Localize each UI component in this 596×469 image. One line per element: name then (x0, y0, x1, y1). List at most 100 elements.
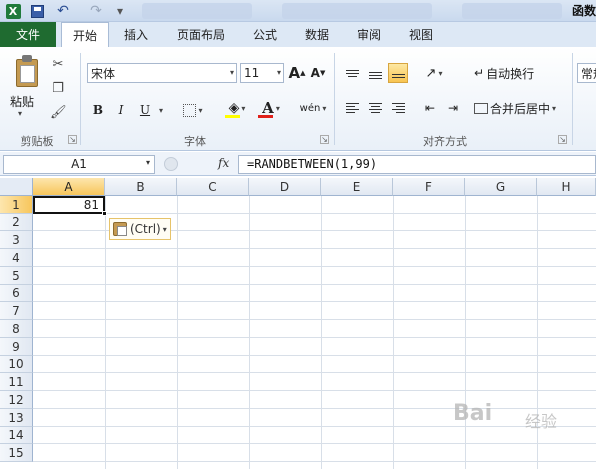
row-header[interactable]: 6 (0, 285, 33, 302)
column-header-f[interactable]: F (393, 178, 465, 196)
row-header[interactable]: 12 (0, 391, 33, 409)
copy-icon[interactable]: ❐ (50, 81, 66, 97)
font-color-swatch (258, 115, 273, 118)
clipboard-icon (113, 222, 127, 236)
gridline (33, 266, 596, 267)
paste-button[interactable] (10, 53, 42, 87)
tab-view[interactable]: 视图 (400, 22, 442, 47)
align-right-button[interactable] (388, 98, 408, 118)
top-align-icon (345, 69, 359, 77)
row-header[interactable]: 2 (0, 214, 33, 231)
row-header[interactable]: 14 (0, 427, 33, 444)
tab-home[interactable]: 开始 (61, 22, 109, 48)
align-center-button[interactable] (365, 98, 385, 118)
gridline (249, 196, 250, 469)
underline-dropdown-icon[interactable]: ▾ (155, 100, 165, 120)
row-header[interactable]: 7 (0, 302, 33, 320)
gridline (33, 301, 596, 302)
grow-font-button[interactable]: A ▲ (289, 63, 306, 83)
row-header[interactable]: 13 (0, 409, 33, 427)
alignment-group-label: 对齐方式 (423, 135, 467, 148)
middle-align-button[interactable] (365, 65, 385, 85)
middle-align-icon (368, 71, 382, 79)
worksheet-grid[interactable]: A B C D E F G H 1 2 3 4 5 6 7 8 9 10 11 … (0, 178, 596, 469)
row-header[interactable]: 10 (0, 356, 33, 373)
title-bar: X ↶ ↷ ▾ 函数 (0, 0, 596, 22)
tab-data[interactable]: 数据 (296, 22, 338, 47)
gridline (33, 284, 596, 285)
chevron-down-icon: ▾ (229, 68, 234, 77)
excel-app-icon[interactable]: X (4, 2, 22, 20)
wrap-text-icon: ↵ (474, 66, 485, 80)
save-icon[interactable] (28, 2, 46, 20)
font-launcher-icon[interactable]: ↘ (320, 135, 329, 144)
wrap-text-button[interactable]: ↵ 自动换行 (474, 63, 544, 83)
merge-center-button[interactable]: 合并后居中 ▾ (474, 98, 568, 118)
orientation-button[interactable]: ↗ ▾ (420, 63, 448, 83)
row-header[interactable]: 5 (0, 267, 33, 285)
font-name-select[interactable]: 宋体 ▾ (87, 63, 237, 83)
fill-handle[interactable] (102, 211, 107, 216)
window-title: 函数 (571, 4, 596, 18)
column-header-c[interactable]: C (177, 178, 249, 196)
clipboard-group-label: 剪贴板 (20, 135, 54, 148)
chevron-down-icon[interactable]: ▾ (146, 158, 150, 167)
row-header[interactable]: 9 (0, 338, 33, 356)
column-header-a[interactable]: A (33, 178, 105, 196)
paste-label[interactable]: 粘贴 (10, 93, 34, 110)
gridline (105, 196, 106, 469)
font-size-value: 11 (244, 66, 260, 80)
shrink-font-button[interactable]: A ▼ (310, 63, 326, 83)
format-painter-icon[interactable]: 🖌 (50, 105, 67, 121)
tab-page-layout[interactable]: 页面布局 (168, 22, 234, 47)
top-align-button[interactable] (342, 63, 362, 83)
insert-function-button[interactable]: fx (218, 156, 229, 170)
italic-button[interactable]: I (112, 100, 130, 120)
cut-icon[interactable]: ✂ (50, 57, 66, 73)
clipboard-launcher-icon[interactable]: ↘ (68, 135, 77, 144)
formula-bar-resize-handle[interactable] (164, 157, 178, 171)
alignment-launcher-icon[interactable]: ↘ (558, 135, 567, 144)
increase-indent-button[interactable]: ⇥ (443, 98, 463, 118)
undo-button[interactable]: ↶ (48, 2, 78, 20)
paste-dropdown-icon[interactable]: ▾ (18, 109, 22, 118)
underline-button[interactable]: U (136, 100, 154, 120)
align-center-icon (368, 103, 382, 113)
tab-formulas[interactable]: 公式 (244, 22, 286, 47)
phonetic-button[interactable]: wén ▾ (296, 98, 330, 118)
row-header[interactable]: 8 (0, 320, 33, 338)
chevron-down-icon: ▾ (162, 224, 167, 234)
merge-center-icon (474, 102, 488, 114)
row-header[interactable]: 1 (0, 196, 33, 214)
bottom-align-button[interactable] (388, 63, 408, 83)
font-size-select[interactable]: 11 ▾ (240, 63, 284, 83)
row-header[interactable]: 4 (0, 249, 33, 267)
align-left-icon (345, 103, 359, 113)
column-header-g[interactable]: G (465, 178, 537, 196)
bold-button[interactable]: B (89, 100, 107, 120)
tab-review[interactable]: 审阅 (348, 22, 390, 47)
align-left-button[interactable] (342, 98, 362, 118)
blurred-taskbar-tab (282, 3, 432, 19)
tab-insert[interactable]: 插入 (114, 22, 158, 47)
row-header[interactable]: 15 (0, 444, 33, 462)
name-box[interactable]: A1 (3, 155, 155, 174)
column-header-h[interactable]: H (537, 178, 596, 196)
column-header-d[interactable]: D (249, 178, 321, 196)
borders-button[interactable]: ▾ (178, 100, 208, 120)
paste-options-button[interactable]: (Ctrl) ▾ (109, 218, 171, 240)
tab-file[interactable]: 文件 (0, 22, 56, 47)
decrease-indent-button[interactable]: ⇤ (420, 98, 440, 118)
column-header-b[interactable]: B (105, 178, 177, 196)
cell-a1[interactable]: 81 (33, 196, 105, 214)
row-header[interactable]: 11 (0, 373, 33, 391)
column-header-e[interactable]: E (321, 178, 393, 196)
formula-input[interactable]: =RANDBETWEEN(1,99) (238, 155, 596, 174)
gridline (33, 355, 596, 356)
select-all-button[interactable] (0, 178, 33, 196)
redo-button[interactable]: ↷ (82, 2, 110, 20)
number-format-select[interactable]: 常规 (577, 63, 596, 83)
row-header[interactable]: 3 (0, 231, 33, 249)
ribbon-tabs: 文件 开始 插入 页面布局 公式 数据 审阅 视图 (0, 22, 596, 48)
customize-qat-button[interactable]: ▾ (114, 2, 126, 20)
